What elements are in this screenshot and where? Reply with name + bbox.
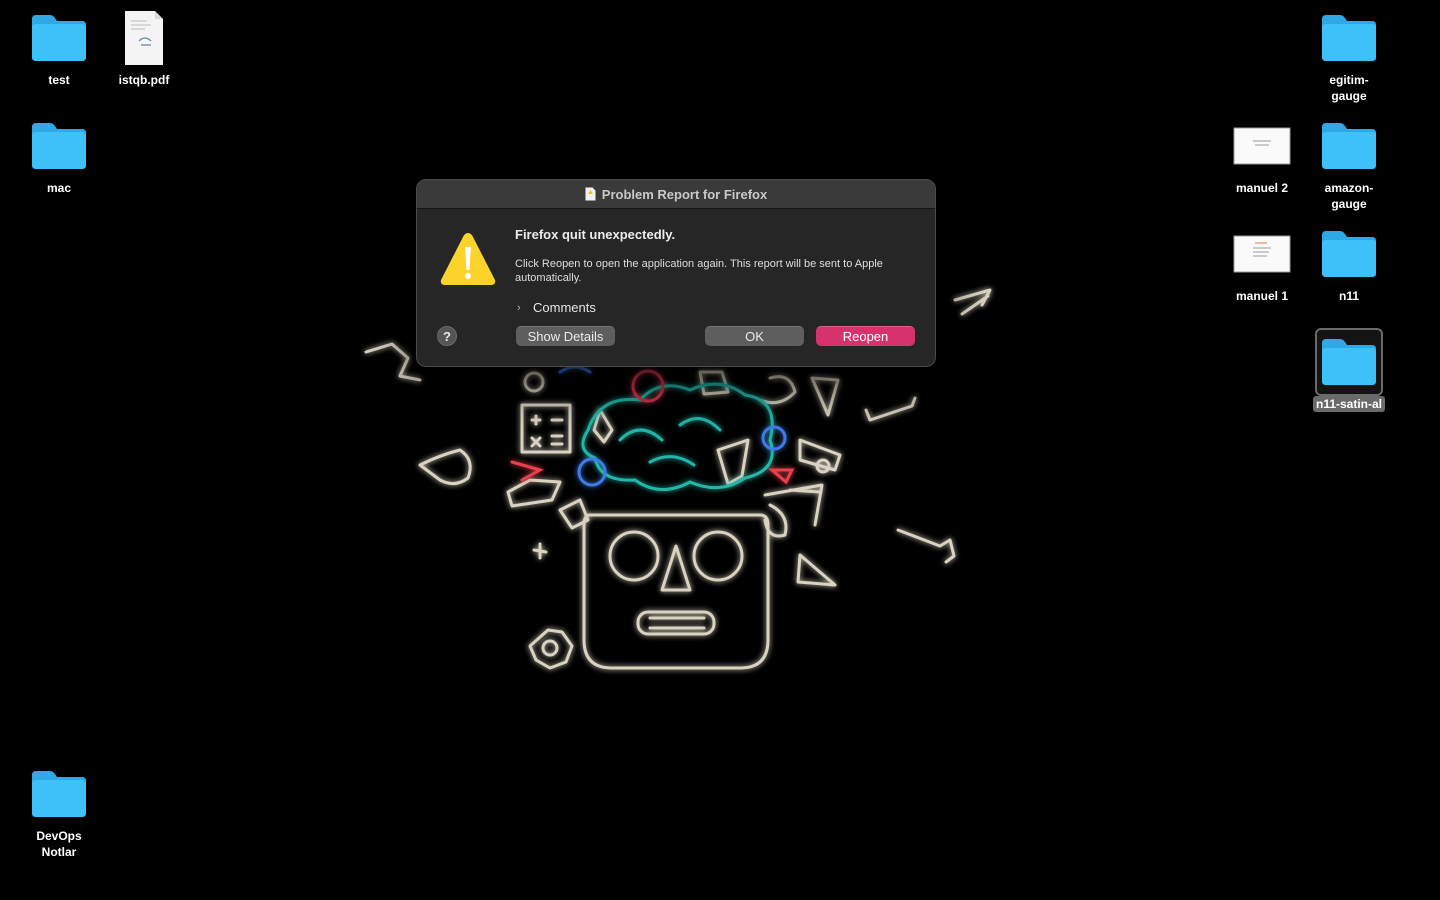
comments-disclosure[interactable]: › Comments [517,300,596,315]
desktop-icon-label: test [48,73,70,87]
folder-icon [27,762,91,826]
screenshot-image-icon [1230,222,1294,286]
desktop-icon-label: DevOps Notlar [36,829,82,859]
desktop-icon-manuel-2[interactable]: manuel 2 [1214,114,1310,196]
desktop-icon-amazon-gauge[interactable]: amazon- gauge [1301,114,1397,212]
comments-label: Comments [533,300,596,315]
show-details-button[interactable]: Show Details [516,326,615,346]
dialog-title: Problem Report for Firefox [601,186,768,202]
desktop-icon-label: istqb.pdf [118,73,170,87]
desktop-icon-manuel-1[interactable]: manuel 1 [1214,222,1310,304]
desktop-icon-label: manuel 1 [1235,289,1289,303]
desktop-icon-mac[interactable]: mac [11,114,107,196]
desktop-icon-label: n11 [1338,289,1359,303]
dialog-titlebar[interactable]: Problem Report for Firefox [417,180,935,209]
reopen-button[interactable]: Reopen [816,326,915,346]
folder-icon [27,6,91,70]
desktop-icon-label: manuel 2 [1235,181,1289,195]
document-icon [585,187,596,201]
desktop-icon-label: n11-satin-al [1312,396,1386,412]
desktop-icon-label: amazon- gauge [1324,181,1374,211]
desktop-icon-istqb-pdf[interactable]: istqb.pdf [96,6,192,88]
screenshot-image-icon [1230,114,1294,178]
desktop-icon-egitim-gauge[interactable]: egitim- gauge [1301,6,1397,104]
folder-icon [1317,222,1381,286]
desktop-icon-devops-notlar[interactable]: DevOps Notlar [11,762,107,860]
ok-button[interactable]: OK [705,326,804,346]
folder-icon [27,114,91,178]
dialog-headline: Firefox quit unexpectedly. [515,227,676,242]
desktop-icon-label: egitim- gauge [1329,73,1369,103]
chevron-right-icon: › [517,301,521,314]
desktop-icon-label: mac [46,181,72,195]
folder-icon [1317,6,1381,70]
desktop-icon-n11[interactable]: n11 [1301,222,1397,304]
folder-icon [1315,328,1383,396]
warning-icon [440,233,496,285]
problem-report-dialog: Problem Report for Firefox Firefox quit … [416,179,936,367]
pdf-document-icon [112,6,176,70]
desktop-icon-n11-satin-al[interactable]: n11-satin-al [1301,328,1397,412]
folder-icon [1317,114,1381,178]
help-button[interactable]: ? [437,326,457,346]
dialog-message: Click Reopen to open the application aga… [515,258,883,284]
desktop-icon-test[interactable]: test [11,6,107,88]
